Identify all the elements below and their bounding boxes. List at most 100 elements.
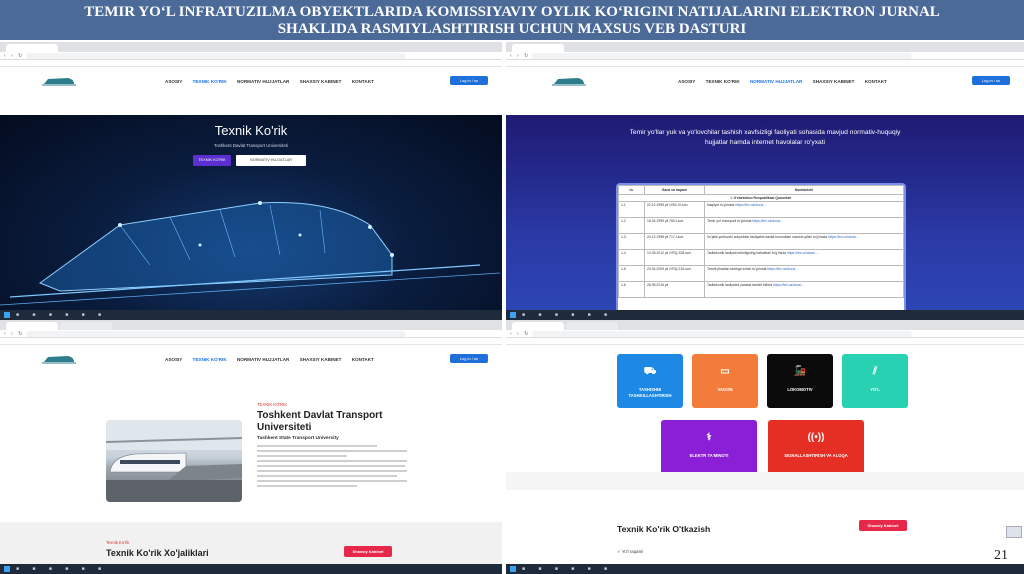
row-date: 15.04.1999 yil 759-I-son: [644, 217, 705, 234]
windows-start-icon[interactable]: [4, 566, 10, 572]
column-header: Nomlanishi: [704, 185, 904, 195]
page-number: 21: [994, 548, 1008, 563]
row-title-text: Temir yo'l transporti to'g'risida: [707, 219, 752, 223]
menu-item-normativ[interactable]: NORMATIV HUJJATLAR: [237, 357, 289, 362]
menu-item-shaxsiy[interactable]: SHAXSIY KABINET: [300, 79, 342, 84]
wagon-icon: ▭: [720, 366, 730, 377]
column-header: Sana va raqami: [644, 185, 705, 195]
login-button[interactable]: Log in / sn: [450, 76, 488, 85]
windows-taskbar: ■ ■ ■ ■ ■ ■: [0, 564, 502, 574]
row-title: Texnik jihatdan tartibga solish to'g'ris…: [704, 265, 904, 282]
category-card-lokomotiv[interactable]: 🚂 LOKOMOTIV: [767, 354, 833, 408]
category-card-vagon[interactable]: ▭ VAGON: [692, 354, 758, 408]
menu-item-asosiy[interactable]: ASOSIY: [165, 79, 182, 84]
row-link[interactable]: https://lex.uz/docs/...: [787, 251, 818, 255]
section-divider: [506, 472, 1024, 490]
about-label: TEXNIK KO'RIK: [257, 402, 288, 407]
train-logo-icon[interactable]: [552, 75, 586, 87]
menu-item-kontakt[interactable]: KONTAKT: [352, 357, 374, 362]
url-field[interactable]: [532, 53, 912, 59]
address-bar: ‹ › ↻: [0, 52, 502, 60]
browser-controls[interactable]: ‹ › ↻: [4, 331, 24, 337]
row-link[interactable]: https://lex.uz/docs/...: [767, 267, 798, 271]
shaxsiy-kabinet-button[interactable]: Shaxsiy Kabinet: [859, 520, 907, 531]
row-number: 1.3: [618, 233, 645, 250]
power-icon: ⚕: [706, 432, 712, 443]
menu-item-kontakt[interactable]: KONTAKT: [865, 79, 887, 84]
category-card-tashish[interactable]: ⛟ TASHISHNI TASHKILLASHTIRISH: [617, 354, 683, 408]
browser-tab[interactable]: [566, 322, 618, 330]
row-link[interactable]: https://lex.uz/docs/...: [773, 283, 804, 287]
menu-item-kontakt[interactable]: KONTAKT: [352, 79, 374, 84]
browser-tabbar: [0, 42, 502, 52]
site-navbar: ASOSIY TEXNIK KO'RIK NORMATIV HUJJATLAR …: [0, 345, 502, 373]
windows-start-icon[interactable]: [510, 566, 516, 572]
menu-item-asosiy[interactable]: ASOSIY: [678, 79, 695, 84]
browser-tab[interactable]: [512, 322, 564, 330]
url-field[interactable]: [26, 53, 406, 59]
windows-taskbar: ■ ■ ■ ■ ■ ■: [506, 310, 1024, 320]
train-logo-icon[interactable]: [42, 75, 76, 87]
browser-tab[interactable]: [6, 44, 58, 52]
browser-tab[interactable]: [512, 44, 564, 52]
url-field[interactable]: [532, 331, 912, 337]
category-card-signal[interactable]: ((•)) SIGNALLASHTIRISH VA ALOQA: [768, 420, 864, 476]
row-date: 22.12.1995 yil 1092-XI-son: [644, 201, 705, 218]
menu-item-normativ[interactable]: NORMATIV HUJJATLAR: [750, 79, 802, 84]
table-row: 1.1 22.12.1995 yil 1092-XI-son Naqliyot …: [618, 201, 904, 218]
category-card-elektr[interactable]: ⚕ ELEKTR TA'MINOTI: [661, 420, 757, 476]
row-title: Temir yo'l transporti to'g'risida https:…: [704, 217, 904, 234]
shaxsiy-kabinet-button[interactable]: Shaxsiy Kabinet: [344, 546, 392, 557]
row-link[interactable]: https://lex.uz/docs/...: [735, 203, 766, 207]
browser-tab[interactable]: [60, 322, 112, 330]
windows-start-icon[interactable]: [4, 312, 10, 318]
taskbar-apps[interactable]: ■ ■ ■ ■ ■ ■: [16, 566, 107, 572]
documents-heading-line1: Temir yo'llar yuk va yo'lovchilar tashis…: [629, 129, 901, 136]
url-field[interactable]: [26, 331, 406, 337]
table-row: 1.2 15.04.1999 yil 759-I-son Temir yo'l …: [618, 217, 904, 234]
main-menu: ASOSIY TEXNIK KO'RIK NORMATIV HUJJATLAR …: [165, 79, 383, 84]
bookmarks-bar: [506, 338, 1024, 345]
browser-tabbar: [506, 42, 1024, 52]
main-menu: ASOSIY TEXNIK KO'RIK NORMATIV HUJJATLAR …: [165, 357, 383, 362]
menu-item-normativ[interactable]: NORMATIV HUJJATLAR: [237, 79, 289, 84]
browser-controls[interactable]: ‹ › ↻: [510, 331, 530, 337]
category-label: SIGNALLASHTIRISH VA ALOQA: [784, 453, 848, 458]
menu-item-texnik-korik[interactable]: TEXNIK KO'RIK: [193, 357, 227, 362]
taskbar-apps[interactable]: ■ ■ ■ ■ ■ ■: [522, 566, 613, 572]
category-card-yol[interactable]: ⫽ YO'L: [842, 354, 908, 408]
login-button[interactable]: Log in / sn: [450, 354, 488, 363]
row-date: 24.12.1998 yil 717-I-son: [644, 233, 705, 250]
table-section-row: I. O'zbekiston Respublikasi Qonunlari: [618, 194, 904, 202]
table-header: № Sana va raqami Nomlanishi: [618, 185, 904, 195]
train-logo-icon[interactable]: [42, 353, 76, 365]
row-number: 1.5: [618, 265, 645, 282]
bookmarks-bar: [0, 60, 502, 67]
menu-item-texnik-korik[interactable]: TEXNIK KO'RIK: [706, 79, 740, 84]
menu-item-shaxsiy[interactable]: SHAXSIY KABINET: [813, 79, 855, 84]
browser-controls[interactable]: ‹ › ↻: [510, 53, 530, 59]
menu-item-texnik-korik[interactable]: TEXNIK KO'RIK: [193, 79, 227, 84]
windows-start-icon[interactable]: [510, 312, 516, 318]
row-title-text: Xo'jalik yurituvchi subyektlar faoliyati…: [707, 235, 828, 239]
login-button[interactable]: Log in / sn: [972, 76, 1010, 85]
row-link[interactable]: https://lex.uz/docs/...: [752, 219, 783, 223]
taskbar-apps[interactable]: ■ ■ ■ ■ ■ ■: [16, 312, 107, 318]
row-title: Tadbirkorlik faoliyatini yanada tashkil …: [704, 281, 904, 298]
hero-title: Texnik Ko'rik: [214, 123, 288, 138]
site-navbar: ASOSIY TEXNIK KO'RIK NORMATIV HUJJATLAR …: [506, 67, 1024, 95]
taskbar-apps[interactable]: ■ ■ ■ ■ ■ ■: [522, 312, 613, 318]
screenshot-categories: ‹ › ↻ ⛟ TASHISHNI TASHKILLASHTIRISH ▭ VA…: [506, 320, 1024, 574]
section-label: I. O'zbekiston Respublikasi Qonunlari: [618, 194, 904, 202]
row-link[interactable]: https://lex.uz/docs/...: [828, 235, 859, 239]
slide-title: TEMIR YO‘L INFRATUZILMA OBYEKTLARIDA KOM…: [0, 0, 1024, 40]
browser-tab[interactable]: [6, 322, 58, 330]
hero-texnik-korik-button[interactable]: TEXNIK KO'RIK: [193, 155, 231, 166]
hero-normativ-button[interactable]: NORMATIV HUJJATLAR: [236, 155, 306, 166]
menu-item-shaxsiy[interactable]: SHAXSIY KABINET: [300, 357, 342, 362]
browser-tabbar: [0, 320, 502, 330]
browser-controls[interactable]: ‹ › ↻: [4, 53, 24, 59]
bookmarks-bar: [506, 60, 1024, 67]
row-title-text: Tadbirkorlik faoliyati erkinligining kaf…: [707, 251, 786, 255]
menu-item-asosiy[interactable]: ASOSIY: [165, 357, 182, 362]
